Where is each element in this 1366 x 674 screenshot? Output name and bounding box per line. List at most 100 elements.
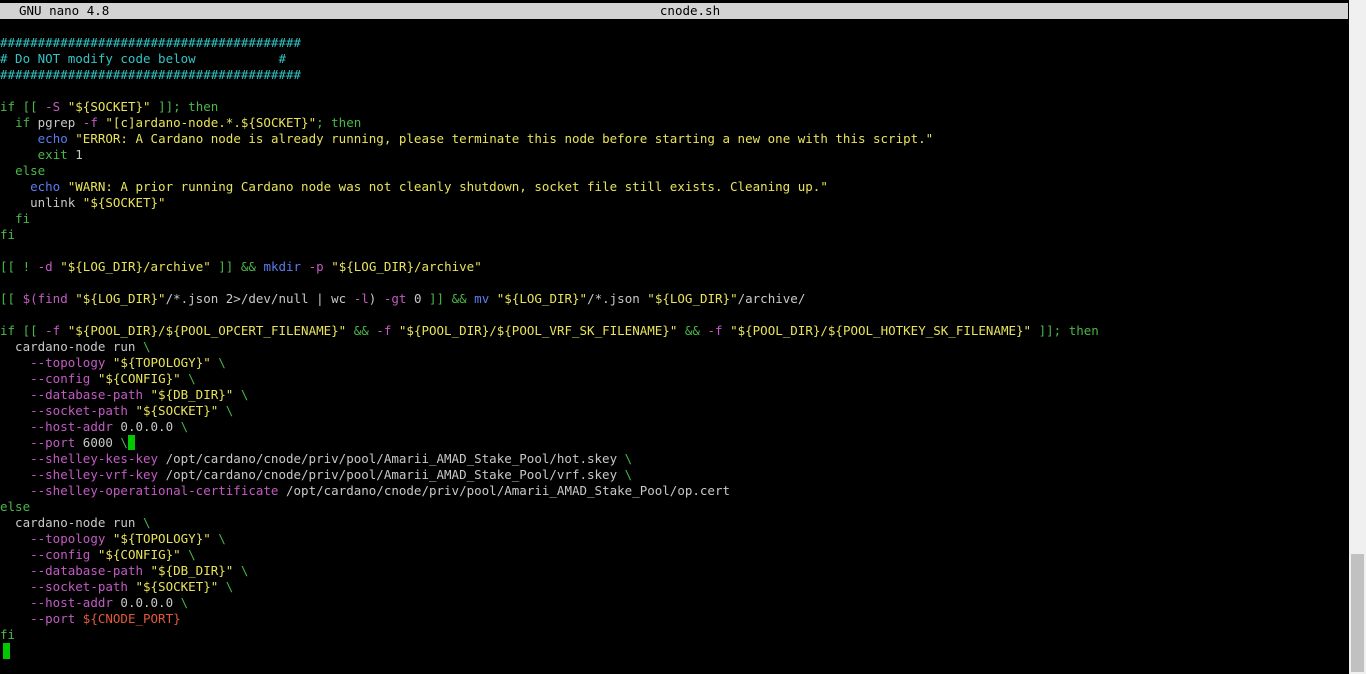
code-token-keyword: \ bbox=[143, 339, 151, 354]
code-token-keyword: ]] && bbox=[210, 259, 264, 274]
code-token-option: --database-path bbox=[30, 563, 143, 578]
code-line[interactable]: if [[ -f "${POOL_DIR}/${POOL_OPCERT_FILE… bbox=[0, 323, 1348, 339]
code-line[interactable]: --topology "${TOPOLOGY}" \ bbox=[0, 531, 1348, 547]
code-line[interactable]: fi bbox=[0, 227, 1348, 243]
code-token-keyword: [[ bbox=[0, 291, 23, 306]
scrollbar-thumb[interactable] bbox=[1351, 554, 1364, 672]
code-token-option: --socket-path bbox=[30, 403, 128, 418]
code-line[interactable]: echo "ERROR: A Cardano node is already r… bbox=[0, 131, 1348, 147]
code-line[interactable]: cardano-node run \ bbox=[0, 339, 1348, 355]
code-line[interactable]: fi bbox=[0, 627, 1348, 643]
code-token-string: "${DB_DIR}" bbox=[150, 387, 234, 402]
code-line[interactable]: # Do NOT modify code below # bbox=[0, 51, 1348, 67]
code-token-text: 1 bbox=[67, 147, 83, 162]
code-token-text: /opt/cardano/cnode/priv/pool/Amarii_AMAD… bbox=[278, 483, 731, 498]
code-token-option: --config bbox=[30, 371, 91, 386]
code-token-string: "${SOCKET}" bbox=[135, 403, 219, 418]
code-token-option: -f bbox=[707, 323, 723, 338]
code-line[interactable]: --topology "${TOPOLOGY}" \ bbox=[0, 355, 1348, 371]
code-line[interactable]: echo "WARN: A prior running Cardano node… bbox=[0, 179, 1348, 195]
code-line[interactable]: --socket-path "${SOCKET}" \ bbox=[0, 579, 1348, 595]
code-token-option: -f bbox=[82, 115, 98, 130]
code-line[interactable]: --port ${CNODE_PORT} bbox=[0, 611, 1348, 627]
editor-text-area[interactable]: ########################################… bbox=[0, 35, 1348, 643]
code-line[interactable]: --shelley-vrf-key /opt/cardano/cnode/pri… bbox=[0, 467, 1348, 483]
code-token-string: "${DB_DIR}" bbox=[150, 563, 234, 578]
code-token-keyword: \ bbox=[624, 467, 633, 482]
code-token-variable: ${CNODE_PORT} bbox=[82, 611, 181, 626]
code-line[interactable] bbox=[0, 243, 1348, 259]
code-line[interactable] bbox=[0, 83, 1348, 99]
code-token-keyword: fi bbox=[15, 211, 31, 226]
code-line[interactable]: --shelley-kes-key /opt/cardano/cnode/pri… bbox=[0, 451, 1348, 467]
code-token-option: --port bbox=[30, 435, 76, 450]
code-token-text: 0 bbox=[406, 291, 430, 306]
code-line[interactable]: --socket-path "${SOCKET}" \ bbox=[0, 403, 1348, 419]
code-line[interactable]: unlink "${SOCKET}" bbox=[0, 195, 1348, 211]
code-token-option: --config bbox=[30, 547, 91, 562]
code-token-text: /*.json bbox=[587, 291, 648, 306]
code-line[interactable] bbox=[0, 275, 1348, 291]
code-token-keyword: ]]; then bbox=[150, 99, 219, 114]
code-token-option: -p bbox=[308, 259, 324, 274]
code-line[interactable] bbox=[0, 307, 1348, 323]
code-token-keyword: && bbox=[677, 323, 708, 338]
code-line[interactable]: --host-addr 0.0.0.0 \ bbox=[0, 419, 1348, 435]
code-token-keyword: else bbox=[0, 499, 31, 514]
code-line[interactable]: --database-path "${DB_DIR}" \ bbox=[0, 387, 1348, 403]
code-token-option: -f bbox=[376, 323, 392, 338]
code-token-keyword: \ bbox=[180, 547, 196, 562]
code-line[interactable]: --port 6000 \ bbox=[0, 435, 1348, 451]
code-line[interactable]: [[ ! -d "${LOG_DIR}/archive" ]] && mkdir… bbox=[0, 259, 1348, 275]
code-token-option: --shelley-kes-key bbox=[30, 451, 159, 466]
code-token-string: "${TOPOLOGY}" bbox=[112, 355, 211, 370]
code-token-keyword: if [[ bbox=[0, 323, 46, 338]
code-line[interactable]: --host-addr 0.0.0.0 \ bbox=[0, 595, 1348, 611]
code-line[interactable]: fi bbox=[0, 211, 1348, 227]
code-line[interactable]: exit 1 bbox=[0, 147, 1348, 163]
code-token-text: 0.0.0.0 bbox=[112, 419, 181, 434]
code-token-keyword: \ bbox=[218, 403, 234, 418]
code-token-text: unlink bbox=[0, 195, 83, 210]
code-token-keyword: [[ ! bbox=[0, 259, 38, 274]
code-token-keyword: fi bbox=[0, 227, 16, 242]
code-line[interactable]: else bbox=[0, 499, 1348, 515]
code-line[interactable]: [[ $(find "${LOG_DIR}"/*.json 2>/dev/nul… bbox=[0, 291, 1348, 307]
code-token-string: "${POOL_DIR}/${POOL_OPCERT_FILENAME}" bbox=[67, 323, 347, 338]
code-line[interactable]: --config "${CONFIG}" \ bbox=[0, 547, 1348, 563]
code-token-keyword: \ bbox=[210, 355, 226, 370]
code-line[interactable]: ######################################## bbox=[0, 35, 1348, 51]
code-token-string: "${SOCKET}" bbox=[67, 99, 151, 114]
code-token-text: /archive/ bbox=[737, 291, 806, 306]
code-line[interactable]: --database-path "${DB_DIR}" \ bbox=[0, 563, 1348, 579]
code-token-text: 0.0.0.0 bbox=[112, 595, 181, 610]
code-line[interactable]: else bbox=[0, 163, 1348, 179]
code-token-string: "${POOL_DIR}/${POOL_VRF_SK_FILENAME}" bbox=[398, 323, 678, 338]
code-line[interactable]: if [[ -S "${SOCKET}" ]]; then bbox=[0, 99, 1348, 115]
code-line[interactable]: cardano-node run \ bbox=[0, 515, 1348, 531]
code-token-string: "${LOG_DIR}" bbox=[647, 291, 738, 306]
code-line[interactable]: if pgrep -f "[c]ardano-node.*.${SOCKET}"… bbox=[0, 115, 1348, 131]
code-line[interactable]: --shelley-operational-certificate /opt/c… bbox=[0, 483, 1348, 499]
code-line[interactable]: --config "${CONFIG}" \ bbox=[0, 371, 1348, 387]
code-line[interactable]: ######################################## bbox=[0, 67, 1348, 83]
code-token-string: "${CONFIG}" bbox=[97, 547, 181, 562]
code-token-text: /*.json 2>/dev/null | wc bbox=[165, 291, 354, 306]
code-token-text: cardano-node run bbox=[0, 339, 143, 354]
code-token-string: "${LOG_DIR}" bbox=[75, 291, 166, 306]
code-token-command: mkdir bbox=[263, 259, 302, 274]
